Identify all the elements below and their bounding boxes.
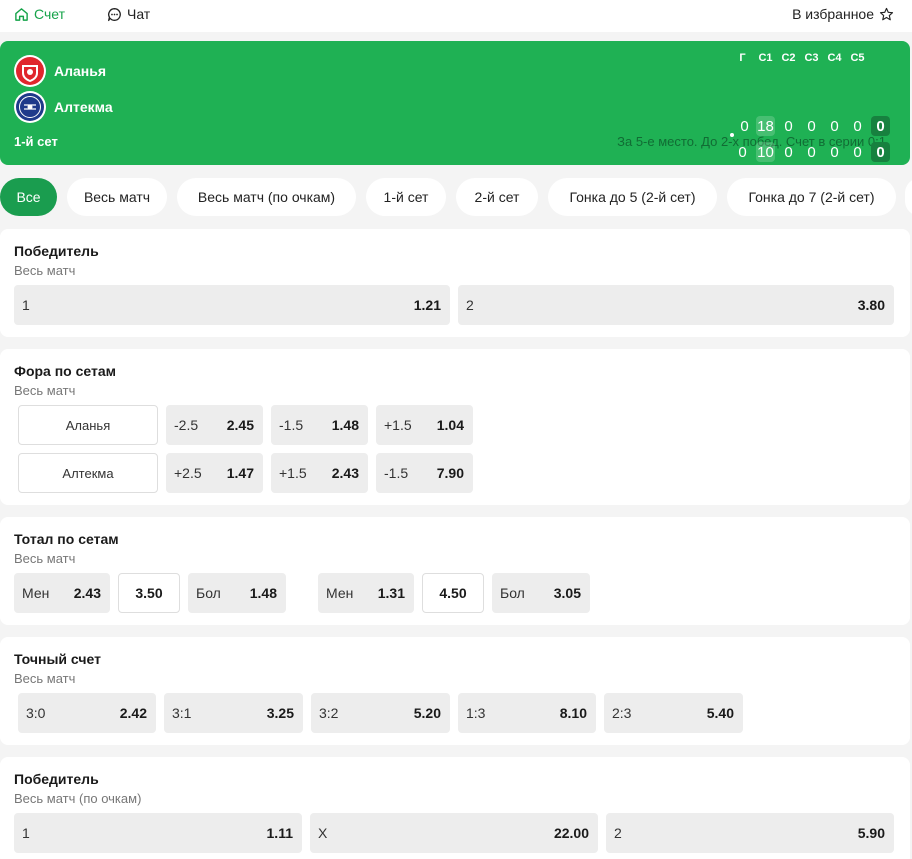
market-subtitle: Весь матч (по очкам) xyxy=(14,791,142,806)
market-subtitle: Весь матч xyxy=(14,551,76,566)
top-bar: Счет Чат В избранное xyxy=(0,0,912,32)
filter-race-7[interactable]: Гонка до 7 (2-й сет) xyxy=(727,178,896,216)
total-line: 4.50 xyxy=(422,573,484,613)
team-1-set4: 0 xyxy=(830,117,839,135)
team-1-games: 0 xyxy=(730,115,754,137)
odd-button[interactable]: Мен 2.43 xyxy=(14,573,110,613)
odd-button[interactable]: X 22.00 xyxy=(310,813,598,853)
filter-set-1[interactable]: 1-й сет xyxy=(366,178,446,216)
odd-button[interactable]: 3:2 5.20 xyxy=(311,693,450,733)
favorite-label: В избранное xyxy=(792,6,874,22)
current-set-label: 1-й сет xyxy=(14,134,58,149)
team-1: Аланья xyxy=(14,55,106,87)
star-icon xyxy=(879,7,894,20)
market-title: Точный счет xyxy=(14,651,101,667)
team-2-name: Алтекма xyxy=(54,99,113,115)
odd-button[interactable]: 2 5.90 xyxy=(606,813,894,853)
team-1-set5: 0 xyxy=(853,117,862,135)
score-header-total xyxy=(869,52,892,64)
team-2-set1: 10 xyxy=(754,141,777,163)
team-1-total: 0 xyxy=(869,115,892,137)
serve-indicator xyxy=(730,133,735,137)
team-1-score-row: 0 18 0 0 0 0 0 xyxy=(730,115,892,137)
odd-button[interactable]: 2 3.80 xyxy=(458,285,894,325)
market-subtitle: Весь матч xyxy=(14,383,76,398)
chat-icon xyxy=(108,7,121,21)
tab-score[interactable]: Счет xyxy=(14,4,65,24)
team-1-logo xyxy=(14,55,46,87)
team-1-set1: 18 xyxy=(754,115,777,137)
odd-button[interactable]: +2.5 1.47 xyxy=(166,453,263,493)
odd-button[interactable]: Бол 3.05 xyxy=(492,573,590,613)
market-title: Победитель xyxy=(14,771,99,787)
market-total: Тотал по сетам Весь матч Мен 2.43 3.50 Бо… xyxy=(0,517,910,625)
score-header-set3: С3 xyxy=(804,52,819,64)
team-2: Алтекма xyxy=(14,91,113,123)
odd-button[interactable]: -2.5 2.45 xyxy=(166,405,263,445)
market-exact-score: Точный счет Весь матч 3:0 2.42 3:1 3.25 3:… xyxy=(0,637,910,745)
odd-button[interactable]: Бол 1.48 xyxy=(188,573,286,613)
team-2-logo xyxy=(14,91,46,123)
market-winner-points: Победитель Весь матч (по очкам) 1 1.11 X2… xyxy=(0,757,910,859)
home-icon xyxy=(15,7,28,21)
market-winner: Победитель Весь матч 1 1.21 2 3.80 xyxy=(0,229,910,337)
score-header-row: Г С1 С2 С3 С4 С5 xyxy=(731,52,892,64)
team-1-name: Аланья xyxy=(54,63,107,79)
score-header-set5: С5 xyxy=(850,52,865,64)
score-header-set2: С2 xyxy=(781,52,796,64)
filter-more[interactable] xyxy=(905,178,912,216)
team-1-set3: 0 xyxy=(807,117,816,135)
odd-button[interactable]: 3:0 2.42 xyxy=(18,693,156,733)
total-line: 3.50 xyxy=(118,573,180,613)
handicap-team-label: Аланья xyxy=(18,405,158,445)
score-header-set4: С4 xyxy=(827,52,842,64)
team-2-set4: 0 xyxy=(830,143,839,161)
score-header-games: Г xyxy=(739,52,746,64)
filter-set-2[interactable]: 2-й сет xyxy=(456,178,538,216)
add-favorite-button[interactable]: В избранное xyxy=(792,4,894,24)
filter-race-5[interactable]: Гонка до 5 (2-й сет) xyxy=(548,178,717,216)
team-2-games: 0 xyxy=(738,143,747,161)
market-title: Победитель xyxy=(14,243,99,259)
team-2-score-row: 0 10 0 0 0 0 0 xyxy=(731,141,892,163)
tab-score-label: Счет xyxy=(34,6,65,22)
odd-button[interactable]: +1.5 1.04 xyxy=(376,405,473,445)
odd-button[interactable]: 1 1.11 xyxy=(14,813,302,853)
filter-match-points[interactable]: Весь матч (по очкам) xyxy=(177,178,356,216)
odd-button[interactable]: 1:3 8.10 xyxy=(458,693,596,733)
team-2-total: 0 xyxy=(869,141,892,163)
market-subtitle: Весь матч xyxy=(14,671,76,686)
market-subtitle: Весь матч xyxy=(14,263,76,278)
filter-match[interactable]: Весь матч xyxy=(67,178,167,216)
market-title: Фора по сетам xyxy=(14,363,117,379)
team-1-set2: 0 xyxy=(784,117,793,135)
market-filters: Все Весь матч Весь матч (по очкам) 1-й с… xyxy=(0,178,912,218)
odd-button[interactable]: -1.5 7.90 xyxy=(376,453,473,493)
score-header-set1: С1 xyxy=(758,52,773,64)
market-title: Тотал по сетам xyxy=(14,531,119,547)
tab-chat[interactable]: Чат xyxy=(107,4,150,24)
market-handicap: Фора по сетам Весь матч Аланья -2.5 2.45 … xyxy=(0,349,910,505)
odd-button[interactable]: Мен 1.31 xyxy=(318,573,414,613)
scoreboard: Аланья Алтекма 1-й сет За 5-е место. До … xyxy=(0,41,910,165)
odd-button[interactable]: -1.5 1.48 xyxy=(271,405,368,445)
odd-button[interactable]: +1.5 2.43 xyxy=(271,453,368,493)
team-2-set3: 0 xyxy=(807,143,816,161)
team-2-set5: 0 xyxy=(853,143,862,161)
odd-button[interactable]: 2:3 5.40 xyxy=(604,693,743,733)
team-2-set2: 0 xyxy=(784,143,793,161)
odd-button[interactable]: 1 1.21 xyxy=(14,285,450,325)
tab-chat-label: Чат xyxy=(127,6,151,22)
handicap-team-label: Алтекма xyxy=(18,453,158,493)
filter-all[interactable]: Все xyxy=(0,178,57,216)
odd-button[interactable]: 3:1 3.25 xyxy=(164,693,303,733)
